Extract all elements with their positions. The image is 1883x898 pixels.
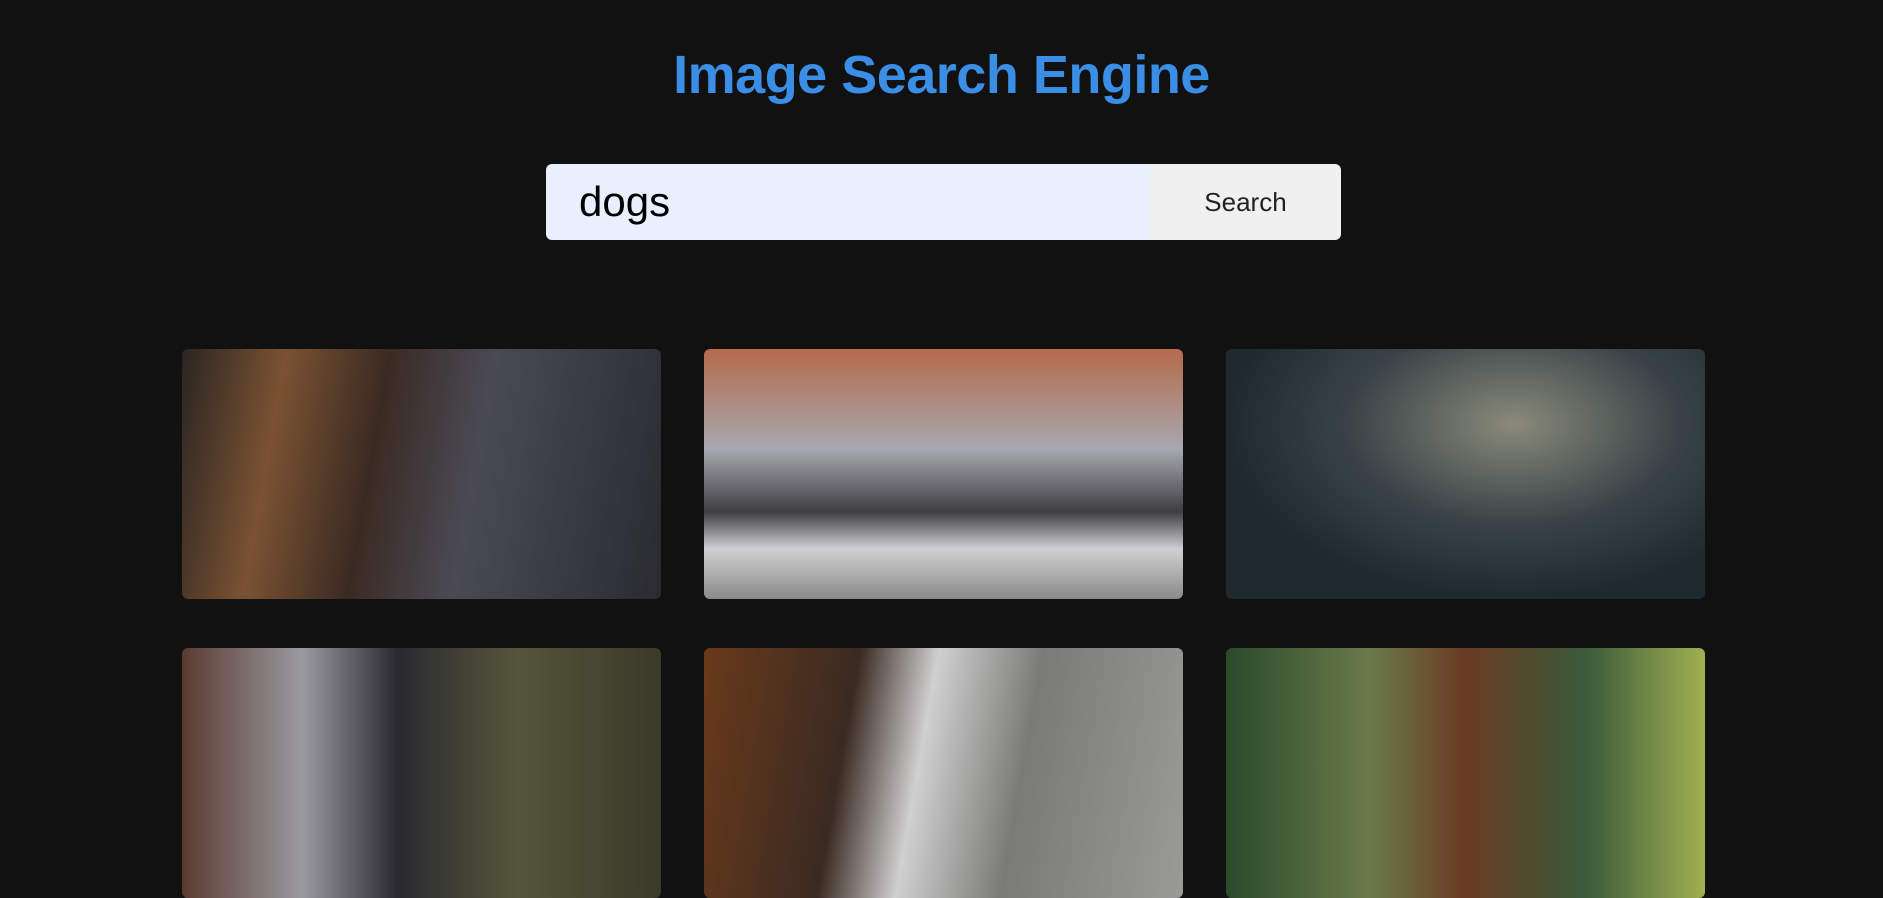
result-image[interactable] xyxy=(182,349,661,599)
search-button[interactable]: Search xyxy=(1150,164,1341,240)
result-image[interactable] xyxy=(704,648,1183,898)
search-input[interactable] xyxy=(546,164,1150,240)
page-title: Image Search Engine xyxy=(673,45,1210,105)
result-image[interactable] xyxy=(1226,349,1705,599)
search-form: Search xyxy=(546,164,1341,240)
result-image[interactable] xyxy=(1226,648,1705,898)
result-image[interactable] xyxy=(704,349,1183,599)
results-grid xyxy=(182,349,1705,898)
result-image[interactable] xyxy=(182,648,661,898)
